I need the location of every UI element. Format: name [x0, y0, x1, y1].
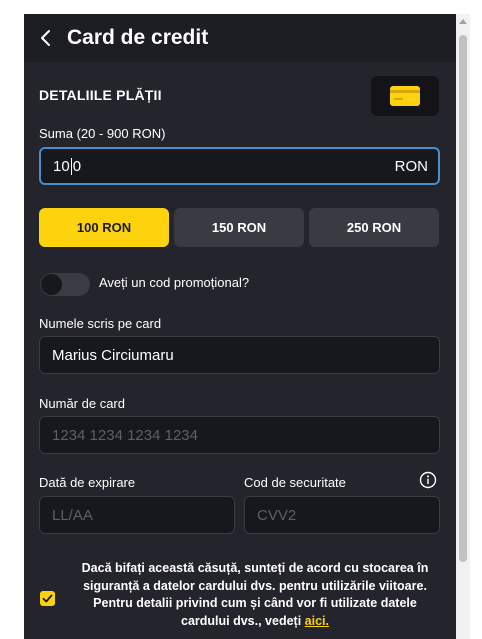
amount-input[interactable]: 10 0 RON	[39, 147, 440, 185]
scrollbar[interactable]	[456, 14, 470, 639]
expiry-label: Dată de expirare	[39, 475, 136, 490]
amount-label: Suma (20 - 900 RON)	[39, 126, 166, 141]
section-title: DETALIILE PLĂȚII	[39, 87, 162, 103]
expiry-placeholder: LL/AA	[52, 506, 93, 524]
amount-value-start: 10	[53, 157, 70, 175]
card-name-value: Marius Circiumaru	[52, 346, 174, 364]
payment-panel: Card de credit DETALIILE PLĂȚII Suma (20…	[24, 14, 456, 639]
currency-suffix: RON	[394, 157, 428, 175]
card-name-input[interactable]: Marius Circiumaru	[39, 336, 440, 374]
promo-label: Aveți un cod promoțional?	[99, 275, 250, 290]
amount-value-end: 0	[72, 157, 82, 175]
info-icon[interactable]	[419, 471, 437, 489]
header-bar: Card de credit	[24, 14, 456, 62]
cvv-label: Cod de securitate	[244, 475, 346, 490]
page-background: Card de credit DETALIILE PLĂȚII Suma (20…	[0, 0, 482, 639]
page-title: Card de credit	[67, 26, 209, 49]
expiry-input[interactable]: LL/AA	[39, 496, 235, 534]
card-number-label: Număr de card	[39, 396, 125, 411]
credit-card-icon	[390, 86, 420, 106]
scroll-thumb[interactable]	[459, 35, 467, 562]
promo-toggle[interactable]	[40, 273, 90, 296]
check-icon	[42, 594, 53, 603]
consent-text: Dacă bifați această căsuță, sunteți de a…	[81, 561, 429, 628]
preset-button-100[interactable]: 100 RON	[39, 208, 169, 247]
scroll-up-arrow-icon[interactable]	[459, 19, 467, 24]
chevron-left-icon[interactable]	[38, 26, 54, 50]
preset-button-250[interactable]: 250 RON	[309, 208, 439, 247]
card-number-placeholder: 1234 1234 1234 1234	[52, 426, 198, 444]
save-card-consent-text: Dacă bifați această căsuță, sunteți de a…	[68, 560, 442, 630]
card-name-label: Numele scris pe card	[39, 316, 162, 331]
consent-link[interactable]: aici.	[305, 614, 329, 628]
card-badge	[371, 76, 439, 116]
cvv-placeholder: CVV2	[257, 506, 297, 524]
preset-button-150[interactable]: 150 RON	[174, 208, 304, 247]
toggle-knob	[41, 274, 62, 295]
cvv-input[interactable]: CVV2	[244, 496, 440, 534]
save-card-checkbox[interactable]	[40, 591, 55, 606]
text-caret	[70, 157, 72, 175]
card-number-input[interactable]: 1234 1234 1234 1234	[39, 416, 440, 454]
